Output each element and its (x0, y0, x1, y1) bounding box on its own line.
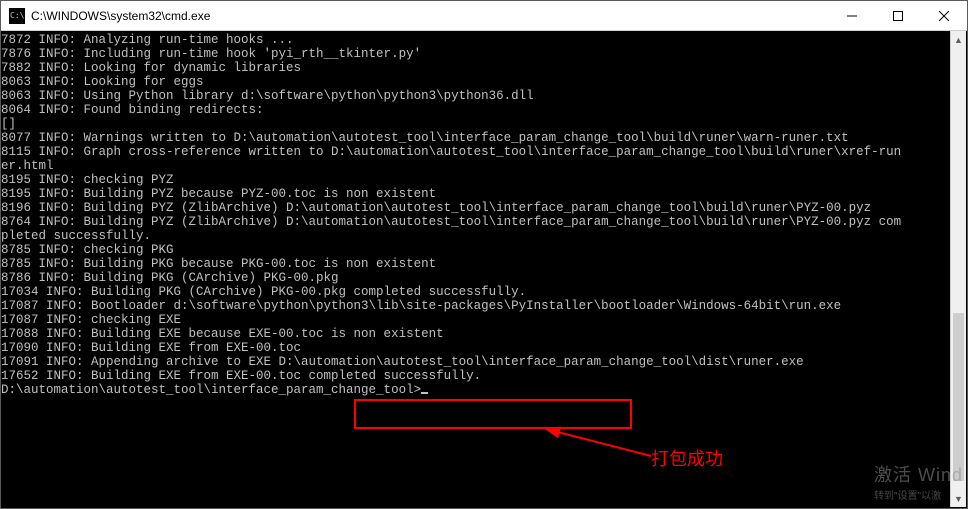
terminal-line: 17087 INFO: checking EXE (1, 313, 967, 327)
terminal-line: 7882 INFO: Looking for dynamic libraries (1, 61, 967, 75)
scroll-thumb[interactable] (953, 313, 964, 481)
close-button[interactable] (921, 1, 967, 30)
scroll-track[interactable] (951, 48, 966, 490)
terminal-line: 8115 INFO: Graph cross-reference written… (1, 145, 967, 159)
terminal-line: 17091 INFO: Appending archive to EXE D:\… (1, 355, 967, 369)
terminal-line: 7876 INFO: Including run-time hook 'pyi_… (1, 47, 967, 61)
titlebar[interactable]: C:\WINDOWS\system32\cmd.exe (1, 1, 967, 31)
terminal-line: 8063 INFO: Looking for eggs (1, 75, 967, 89)
cmd-icon (9, 8, 25, 24)
terminal-line: 8785 INFO: checking PKG (1, 243, 967, 257)
terminal-line: 8077 INFO: Warnings written to D:\automa… (1, 131, 967, 145)
window-title: C:\WINDOWS\system32\cmd.exe (31, 9, 829, 23)
maximize-button[interactable] (875, 1, 921, 30)
terminal-line: 8195 INFO: checking PYZ (1, 173, 967, 187)
scrollbar[interactable]: ▲ ▼ (950, 31, 966, 507)
terminal-line: 8064 INFO: Found binding redirects: (1, 103, 967, 117)
terminal-line: D:\automation\autotest_tool\interface_pa… (1, 383, 967, 397)
minimize-button[interactable] (829, 1, 875, 30)
terminal-line: 8786 INFO: Building PKG (CArchive) PKG-0… (1, 271, 967, 285)
terminal-line: 8063 INFO: Using Python library d:\softw… (1, 89, 967, 103)
terminal-line: 17652 INFO: Building EXE from EXE-00.toc… (1, 369, 967, 383)
terminal-line: er.html (1, 159, 967, 173)
terminal-line: [] (1, 117, 967, 131)
cmd-window: C:\WINDOWS\system32\cmd.exe 7872 INFO: A… (0, 0, 968, 509)
terminal-line: 17090 INFO: Building EXE from EXE-00.toc (1, 341, 967, 355)
terminal-line: pleted successfully. (1, 229, 967, 243)
terminal-line: 8196 INFO: Building PYZ (ZlibArchive) D:… (1, 201, 967, 215)
window-controls (829, 1, 967, 30)
terminal-line: 17087 INFO: Bootloader d:\software\pytho… (1, 299, 967, 313)
terminal-line: 7872 INFO: Analyzing run-time hooks ... (1, 33, 967, 47)
terminal-line: 17034 INFO: Building PKG (CArchive) PKG-… (1, 285, 967, 299)
terminal-line: 8764 INFO: Building PYZ (ZlibArchive) D:… (1, 215, 967, 229)
cursor (421, 392, 428, 394)
terminal-output[interactable]: 7872 INFO: Analyzing run-time hooks ...7… (1, 31, 967, 508)
scroll-up-button[interactable]: ▲ (951, 31, 966, 48)
terminal-line: 17088 INFO: Building EXE because EXE-00.… (1, 327, 967, 341)
terminal-line: 8785 INFO: Building PKG because PKG-00.t… (1, 257, 967, 271)
scroll-down-button[interactable]: ▼ (951, 490, 966, 507)
terminal-line: 8195 INFO: Building PYZ because PYZ-00.t… (1, 187, 967, 201)
